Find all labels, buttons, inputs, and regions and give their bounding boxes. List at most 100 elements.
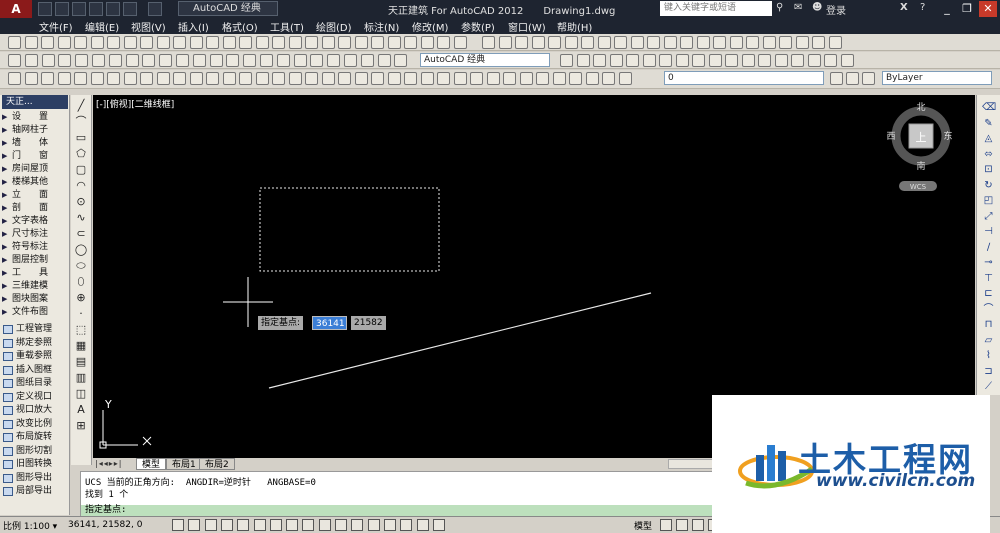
toolbar-button-icon[interactable] bbox=[90, 72, 104, 85]
menu-draw[interactable]: 绘图(D) bbox=[316, 19, 352, 34]
toolbar-button-icon[interactable] bbox=[564, 36, 578, 49]
selected-line[interactable] bbox=[268, 292, 652, 389]
toolbar-button-icon[interactable] bbox=[453, 36, 467, 49]
drafting-toggle-icon[interactable] bbox=[172, 519, 184, 531]
tianzheng-menu-item[interactable]: ▶ 尺寸标注 bbox=[2, 228, 68, 241]
redo-icon[interactable] bbox=[148, 2, 162, 16]
tianzheng-menu-item[interactable]: ▶ 文字表格 bbox=[2, 215, 68, 228]
draw-tool-icon[interactable]: ▤ bbox=[74, 355, 88, 369]
toolbar-button-icon[interactable] bbox=[75, 54, 89, 67]
toolbar-button-icon[interactable] bbox=[807, 54, 821, 67]
toolbar-button-icon[interactable] bbox=[41, 36, 54, 49]
tianzheng-menu-item[interactable]: ▶ 工 具 bbox=[2, 267, 68, 280]
saveas-icon[interactable] bbox=[89, 2, 103, 16]
modify-tool-icon[interactable]: ✎ bbox=[982, 117, 995, 130]
toolbar-button-icon[interactable] bbox=[779, 36, 792, 49]
drafting-toggle-icon[interactable] bbox=[253, 519, 266, 531]
open-icon[interactable] bbox=[55, 2, 69, 16]
tianzheng-menu-item[interactable]: ▶ 楼梯其他 bbox=[2, 176, 68, 189]
search-icon[interactable]: ⚲ bbox=[776, 2, 783, 13]
tianzheng-menu-item[interactable]: ▶ 轴网柱子 bbox=[2, 124, 68, 137]
toolbar-button-icon[interactable] bbox=[108, 54, 122, 67]
draw-tool-icon[interactable]: ⌒ bbox=[74, 115, 88, 129]
toolbar-button-icon[interactable] bbox=[206, 72, 219, 85]
toolbar-button-icon[interactable] bbox=[8, 54, 21, 67]
toolbar-button-icon[interactable] bbox=[305, 72, 318, 85]
toolbar-button-icon[interactable] bbox=[560, 54, 573, 67]
draw-tool-icon[interactable]: ⊕ bbox=[74, 291, 88, 305]
toolbar-button-icon[interactable] bbox=[222, 36, 236, 49]
exchange-icon[interactable]: X bbox=[900, 2, 908, 13]
annotation-scale-select[interactable]: 比例 1:100 ▾ bbox=[3, 519, 57, 532]
toolbar-button-icon[interactable] bbox=[626, 54, 639, 67]
tianzheng-command-item[interactable]: 布局旋转 bbox=[0, 431, 70, 444]
toolbar-button-icon[interactable] bbox=[515, 36, 528, 49]
toolbar-button-icon[interactable] bbox=[762, 36, 776, 49]
toolbar-button-icon[interactable] bbox=[791, 54, 804, 67]
modify-tool-icon[interactable]: ◰ bbox=[982, 194, 995, 207]
workspace-combo[interactable]: AutoCAD 经典 bbox=[420, 53, 550, 67]
wcs-menu[interactable]: WCS bbox=[910, 183, 927, 191]
draw-tool-icon[interactable]: ╱ bbox=[74, 99, 88, 113]
modify-tool-icon[interactable]: ⊏ bbox=[982, 287, 995, 300]
toolbar-button-icon[interactable] bbox=[173, 72, 186, 85]
status-tool-icon[interactable] bbox=[676, 519, 688, 531]
toolbar-button-icon[interactable] bbox=[41, 54, 55, 67]
toolbar-button-icon[interactable] bbox=[453, 72, 467, 85]
toolbar-button-icon[interactable] bbox=[548, 36, 561, 49]
user-icon[interactable]: ☻ bbox=[812, 2, 822, 13]
modify-tool-icon[interactable]: ◬ bbox=[982, 132, 995, 145]
toolbar-button-icon[interactable] bbox=[24, 54, 38, 67]
search-input[interactable]: 键入关键字或短语 bbox=[660, 1, 772, 16]
toolbar-button-icon[interactable] bbox=[8, 36, 21, 49]
toolbar-button-icon[interactable] bbox=[24, 72, 38, 85]
viewcube-south[interactable]: 南 bbox=[916, 160, 925, 172]
tianzheng-command-item[interactable]: 图形导出 bbox=[0, 472, 70, 485]
drafting-toggle-icon[interactable] bbox=[204, 519, 217, 531]
toolbar-button-icon[interactable] bbox=[159, 54, 173, 67]
toolbar-button-icon[interactable] bbox=[255, 72, 269, 85]
draw-tool-icon[interactable]: A bbox=[74, 403, 88, 417]
modify-tool-icon[interactable]: ⬄ bbox=[982, 148, 995, 161]
toolbar-button-icon[interactable] bbox=[614, 36, 627, 49]
model-space-toggle[interactable]: 模型 bbox=[634, 519, 652, 532]
toolbar-button-icon[interactable] bbox=[58, 54, 72, 67]
modify-tool-icon[interactable]: ⌫ bbox=[982, 101, 996, 114]
tianzheng-menu-item[interactable]: ▶ 房间屋顶 bbox=[2, 163, 68, 176]
drafting-toggle-icon[interactable] bbox=[269, 519, 282, 531]
toolbar-button-icon[interactable] bbox=[371, 72, 384, 85]
close-icon[interactable]: ✕ bbox=[979, 1, 997, 17]
toolbar-button-icon[interactable] bbox=[576, 54, 590, 67]
drafting-toggle-icon[interactable] bbox=[286, 519, 299, 531]
toolbar-button-icon[interactable] bbox=[123, 36, 137, 49]
toolbar-button-icon[interactable] bbox=[310, 54, 324, 67]
toolbar-button-icon[interactable] bbox=[156, 36, 170, 49]
toolbar-button-icon[interactable] bbox=[354, 72, 368, 85]
toolbar-button-icon[interactable] bbox=[222, 72, 236, 85]
toolbar-button-icon[interactable] bbox=[437, 72, 450, 85]
toolbar-button-icon[interactable] bbox=[828, 36, 842, 49]
draw-tool-icon[interactable]: ⬯ bbox=[74, 275, 88, 289]
toolbar-button-icon[interactable] bbox=[24, 36, 38, 49]
toolbar-button-icon[interactable] bbox=[239, 36, 252, 49]
modify-tool-icon[interactable]: ⊸ bbox=[982, 256, 995, 269]
coordinate-readout[interactable]: 36141, 21582, 0 bbox=[68, 520, 142, 530]
toolbar-button-icon[interactable] bbox=[795, 36, 809, 49]
tianzheng-menu-item[interactable]: ▶ 剖 面 bbox=[2, 202, 68, 215]
toolbar-button-icon[interactable] bbox=[189, 36, 203, 49]
status-tool-icon[interactable] bbox=[660, 519, 672, 531]
tianzheng-menu-item[interactable]: ▶ 立 面 bbox=[2, 189, 68, 202]
menu-parametric[interactable]: 参数(P) bbox=[461, 19, 495, 34]
tianzheng-menu-item[interactable]: ▶ 图层控制 bbox=[2, 254, 68, 267]
toolbar-button-icon[interactable] bbox=[394, 54, 408, 67]
toolbar-button-icon[interactable] bbox=[680, 36, 693, 49]
status-tool-icon[interactable] bbox=[692, 519, 704, 531]
drafting-toggle-icon[interactable] bbox=[302, 519, 315, 531]
drafting-toggle-icon[interactable] bbox=[335, 519, 347, 531]
modify-tool-icon[interactable]: ⟋ bbox=[982, 380, 995, 393]
save-icon[interactable] bbox=[72, 2, 86, 16]
tianzheng-menu-item[interactable]: ▶ 文件布图 bbox=[2, 306, 68, 319]
toolbar-button-icon[interactable] bbox=[140, 36, 153, 49]
toolbar-button-icon[interactable] bbox=[585, 72, 599, 85]
tianzheng-command-item[interactable]: 工程管理 bbox=[0, 323, 70, 336]
